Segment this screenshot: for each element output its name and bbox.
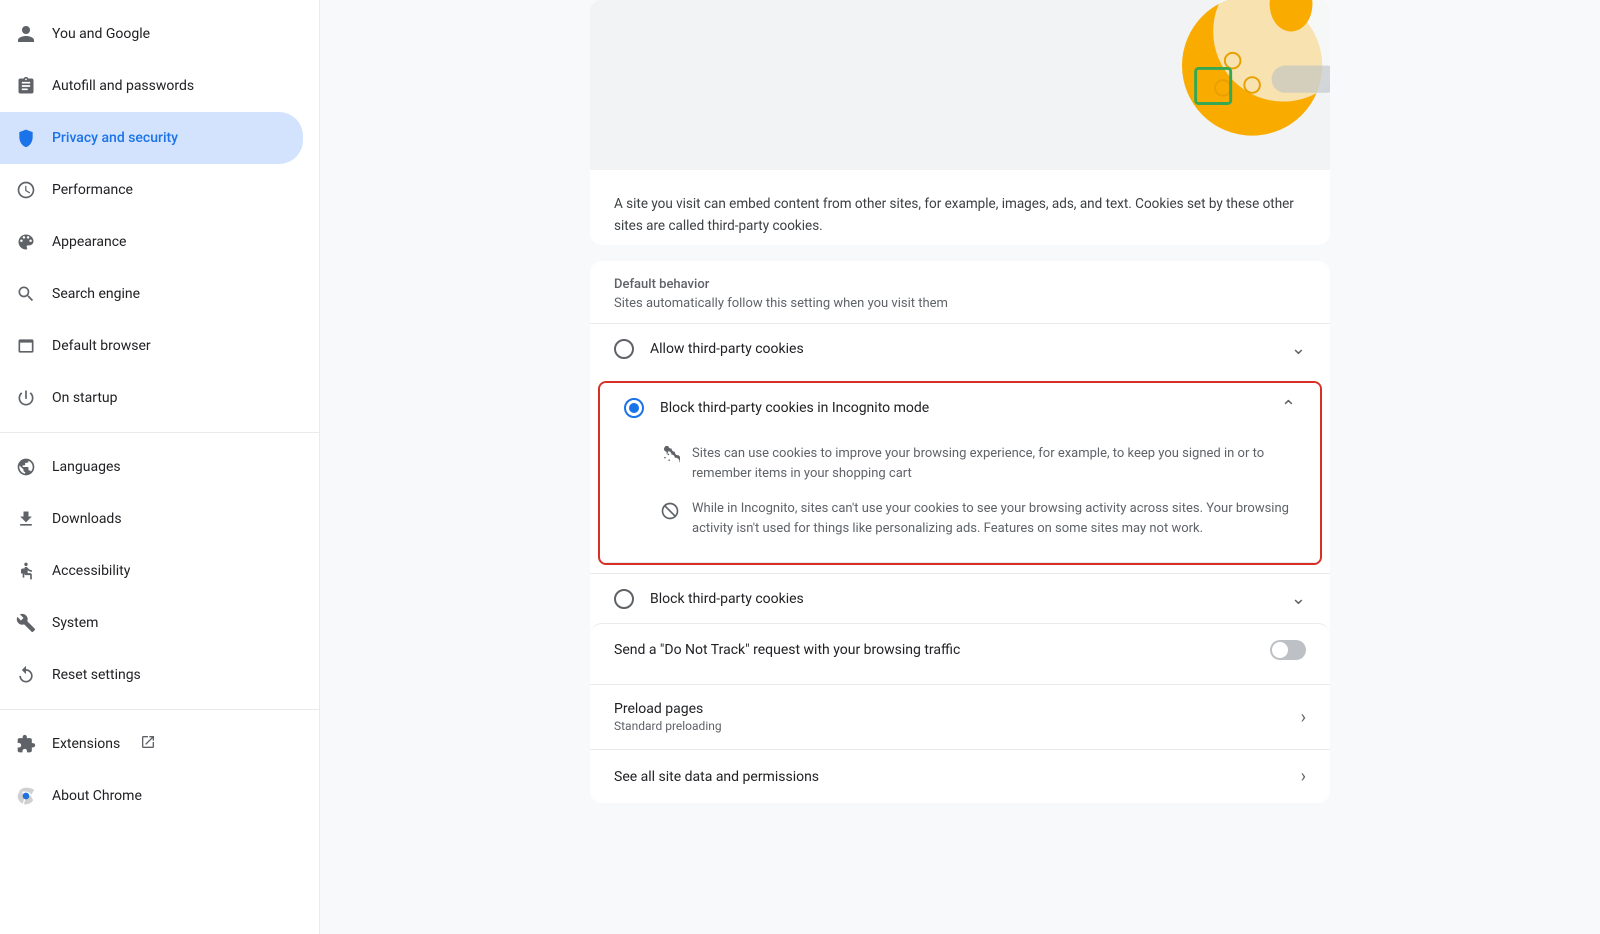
site-data-row[interactable]: See all site data and permissions › xyxy=(590,749,1330,803)
sidebar-label-appearance: Appearance xyxy=(52,234,126,250)
sidebar-label-downloads: Downloads xyxy=(52,511,122,527)
search-icon xyxy=(16,284,36,304)
sidebar-divider-1 xyxy=(0,432,319,433)
sidebar-item-autofill[interactable]: Autofill and passwords xyxy=(0,60,303,112)
assignment-icon xyxy=(16,76,36,96)
sidebar-label-search-engine: Search engine xyxy=(52,286,140,302)
globe-icon xyxy=(16,457,36,477)
sidebar-label-languages: Languages xyxy=(52,459,121,475)
reset-icon xyxy=(16,665,36,685)
sidebar-item-downloads[interactable]: Downloads xyxy=(0,493,303,545)
preload-pages-subtitle: Standard preloading xyxy=(614,719,1301,733)
sidebar-item-you-and-google[interactable]: You and Google xyxy=(0,8,303,60)
chevron-up-icon: ⌃ xyxy=(1281,397,1296,418)
expanded-row-1: Sites can use cookies to improve your br… xyxy=(660,436,1296,491)
person-icon xyxy=(16,24,36,44)
sidebar-item-privacy[interactable]: Privacy and security xyxy=(0,112,303,164)
sidebar-label-system: System xyxy=(52,615,98,631)
sidebar-item-system[interactable]: System xyxy=(0,597,303,649)
site-data-title: See all site data and permissions xyxy=(614,769,1301,785)
chrome-icon xyxy=(16,786,36,806)
accessibility-icon xyxy=(16,561,36,581)
puzzle-icon xyxy=(16,734,36,754)
external-link-icon xyxy=(140,734,156,754)
preload-pages-row[interactable]: Preload pages Standard preloading › xyxy=(590,684,1330,749)
option-block-all-label: Block third-party cookies xyxy=(650,591,1291,607)
sidebar: You and Google Autofill and passwords Pr… xyxy=(0,0,320,934)
do-not-track-row: Send a "Do Not Track" request with your … xyxy=(590,623,1330,676)
section-subheader: Sites automatically follow this setting … xyxy=(614,296,1306,323)
browser-icon xyxy=(16,336,36,356)
preload-pages-content: Preload pages Standard preloading xyxy=(614,701,1301,733)
sidebar-label-reset-settings: Reset settings xyxy=(52,667,141,683)
hero-illustration xyxy=(590,0,1330,170)
option-allow[interactable]: Allow third-party cookies ⌄ xyxy=(590,323,1330,373)
chevron-down-icon: ⌄ xyxy=(1291,338,1306,359)
sidebar-item-about-chrome[interactable]: About Chrome xyxy=(0,770,303,822)
section-header-area: Default behavior Sites automatically fol… xyxy=(590,261,1330,323)
cookie-icon xyxy=(660,446,680,466)
sidebar-item-accessibility[interactable]: Accessibility xyxy=(0,545,303,597)
chevron-down-icon-2: ⌄ xyxy=(1291,588,1306,609)
sidebar-item-search-engine[interactable]: Search engine xyxy=(0,268,303,320)
option-incognito-label: Block third-party cookies in Incognito m… xyxy=(660,400,1281,416)
shield-icon xyxy=(16,128,36,148)
sidebar-divider-2 xyxy=(0,709,319,710)
sidebar-label-you-and-google: You and Google xyxy=(52,26,150,42)
description-text: A site you visit can embed content from … xyxy=(614,194,1306,237)
option-incognito-wrapper: Block third-party cookies in Incognito m… xyxy=(598,381,1322,565)
do-not-track-label: Send a "Do Not Track" request with your … xyxy=(614,642,1270,658)
sidebar-label-extensions: Extensions xyxy=(52,736,120,752)
sidebar-label-default-browser: Default browser xyxy=(52,338,151,354)
section-header: Default behavior xyxy=(614,277,1306,296)
block-icon xyxy=(660,501,680,521)
expanded-text-1: Sites can use cookies to improve your br… xyxy=(692,444,1296,483)
chevron-right-icon-preload: › xyxy=(1301,707,1306,728)
download-icon xyxy=(16,509,36,529)
expanded-row-2: While in Incognito, sites can't use your… xyxy=(660,491,1296,546)
description-box: A site you visit can embed content from … xyxy=(590,170,1330,245)
wrench-icon xyxy=(16,613,36,633)
palette-icon xyxy=(16,232,36,252)
sidebar-item-extensions[interactable]: Extensions xyxy=(0,718,303,770)
main-content: A site you visit can embed content from … xyxy=(320,0,1600,934)
option-block-all[interactable]: Block third-party cookies ⌄ xyxy=(590,573,1330,623)
sidebar-label-about-chrome: About Chrome xyxy=(52,788,142,804)
radio-incognito[interactable] xyxy=(624,398,644,418)
sidebar-label-accessibility: Accessibility xyxy=(52,563,130,579)
expanded-text-2: While in Incognito, sites can't use your… xyxy=(692,499,1296,538)
radio-block-all[interactable] xyxy=(614,589,634,609)
option-allow-label: Allow third-party cookies xyxy=(650,341,1291,357)
sidebar-item-appearance[interactable]: Appearance xyxy=(0,216,303,268)
chevron-right-icon-site-data: › xyxy=(1301,766,1306,787)
sidebar-item-languages[interactable]: Languages xyxy=(0,441,303,493)
sidebar-item-performance[interactable]: Performance xyxy=(0,164,303,216)
expanded-content: Sites can use cookies to improve your br… xyxy=(600,432,1320,563)
do-not-track-toggle[interactable] xyxy=(1270,640,1306,660)
options-card: Default behavior Sites automatically fol… xyxy=(590,261,1330,803)
preload-pages-title: Preload pages xyxy=(614,701,1301,717)
sidebar-item-reset-settings[interactable]: Reset settings xyxy=(0,649,303,701)
radio-allow[interactable] xyxy=(614,339,634,359)
sidebar-item-default-browser[interactable]: Default browser xyxy=(0,320,303,372)
power-icon xyxy=(16,388,36,408)
sidebar-label-performance: Performance xyxy=(52,182,133,198)
sidebar-item-on-startup[interactable]: On startup xyxy=(0,372,303,424)
sidebar-label-privacy: Privacy and security xyxy=(52,130,178,146)
site-data-content: See all site data and permissions xyxy=(614,769,1301,785)
sidebar-label-autofill: Autofill and passwords xyxy=(52,78,194,94)
speed-icon xyxy=(16,180,36,200)
sidebar-label-on-startup: On startup xyxy=(52,390,118,406)
option-incognito[interactable]: Block third-party cookies in Incognito m… xyxy=(600,383,1320,432)
